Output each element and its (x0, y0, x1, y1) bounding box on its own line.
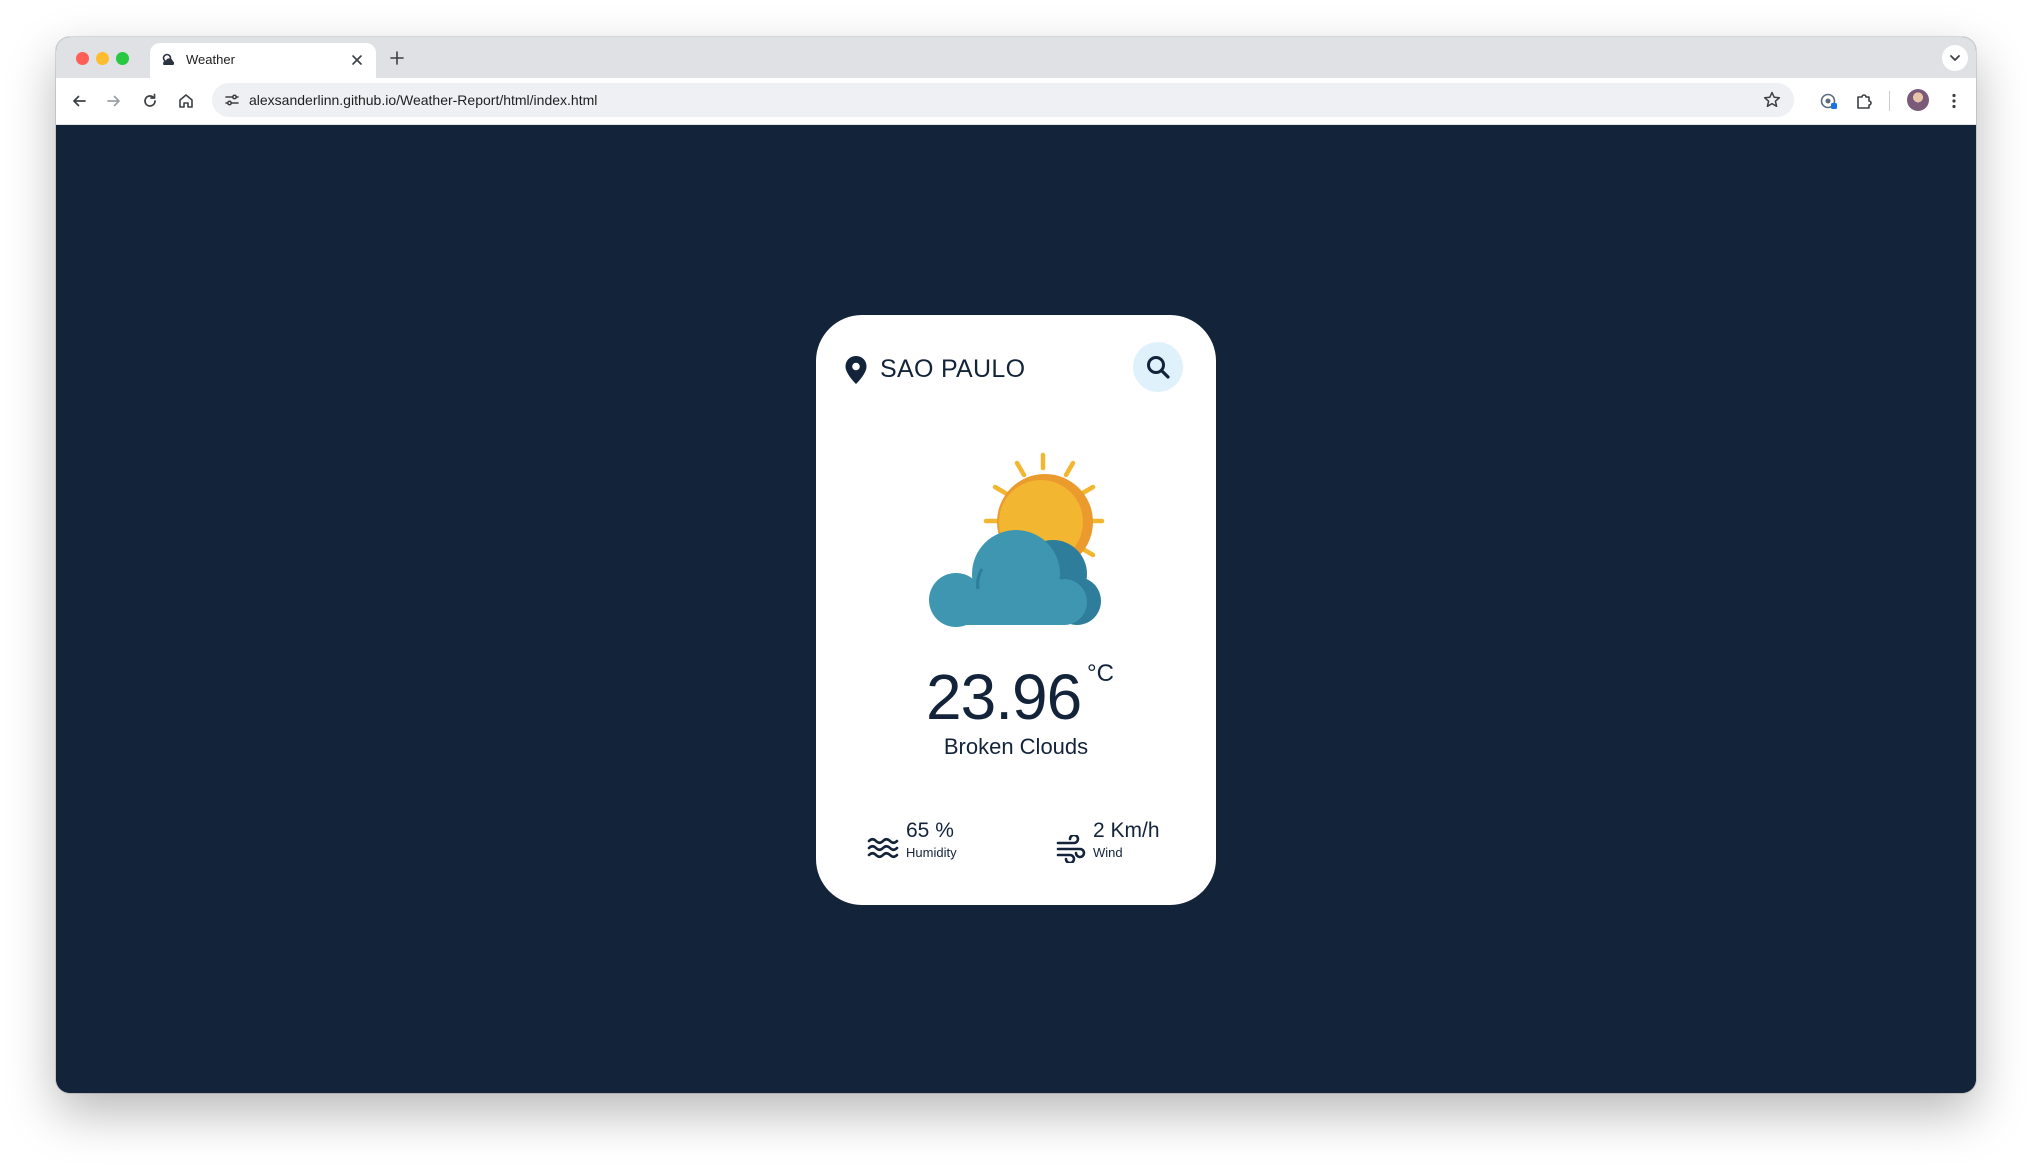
puzzle-icon (1857, 94, 1872, 109)
url-text[interactable]: alexsanderlinn.github.io/Weather-Report/… (249, 92, 597, 108)
reload-icon (144, 93, 156, 107)
map-pin-icon (845, 356, 867, 384)
tab-search-button[interactable] (1942, 45, 1968, 71)
browser-window: Weather alexsanderlinn.github.io/Weather… (56, 37, 1976, 1093)
browser-toolbar: alexsanderlinn.github.io/Weather-Report/… (56, 78, 1976, 125)
tab-title: Weather (186, 52, 235, 67)
magnifier-icon (1147, 356, 1170, 379)
maximize-window-button[interactable] (116, 52, 129, 65)
browser-menu-button[interactable] (1943, 90, 1965, 112)
humidity-value: 65 % (906, 819, 954, 842)
humidity-label: Humidity (906, 845, 957, 860)
chevron-down-icon (1950, 55, 1960, 61)
site-settings-icon[interactable] (222, 90, 242, 110)
arrow-left-icon (73, 95, 86, 107)
vertical-dots-icon (1952, 93, 1956, 109)
sun-behind-cloud-icon (929, 452, 1105, 627)
reload-button[interactable] (139, 90, 161, 112)
tab-weather[interactable]: Weather (150, 43, 376, 78)
water-waves-icon (867, 837, 899, 859)
profile-avatar[interactable] (1907, 89, 1929, 111)
wind-icon (1056, 835, 1086, 863)
close-window-button[interactable] (76, 52, 89, 65)
temperature-unit: °C (1087, 660, 1114, 687)
search-button[interactable] (1133, 342, 1183, 392)
arrow-right-icon (107, 95, 120, 107)
extension-badge-icon (1820, 93, 1837, 109)
tab-bar: Weather (56, 37, 1976, 78)
back-button[interactable] (68, 90, 90, 112)
extensions-menu-button[interactable] (1853, 90, 1875, 112)
weather-favicon-icon (162, 53, 175, 65)
city-name: SAO PAULO (880, 355, 1026, 383)
new-tab-icon[interactable] (388, 49, 406, 67)
address-bar[interactable]: alexsanderlinn.github.io/Weather-Report/… (212, 83, 1794, 117)
weather-description: Broken Clouds (943, 734, 1089, 759)
page-viewport: SAO PAULO 23.96 °C Broken Clouds 65 % Hu… (56, 125, 1976, 1093)
home-button[interactable] (175, 90, 197, 112)
close-tab-icon[interactable] (348, 51, 366, 69)
extension-button[interactable] (1818, 90, 1840, 112)
wind-label: Wind (1093, 845, 1123, 860)
home-icon (179, 94, 193, 108)
temperature-value: 23.96 (926, 661, 1082, 733)
minimize-window-button[interactable] (96, 52, 109, 65)
toolbar-divider (1889, 91, 1890, 111)
weather-card: SAO PAULO 23.96 °C Broken Clouds 65 % Hu… (816, 315, 1216, 905)
forward-button[interactable] (103, 90, 125, 112)
bookmark-star-icon[interactable] (1762, 90, 1782, 110)
wind-value: 2 Km/h (1093, 819, 1160, 842)
